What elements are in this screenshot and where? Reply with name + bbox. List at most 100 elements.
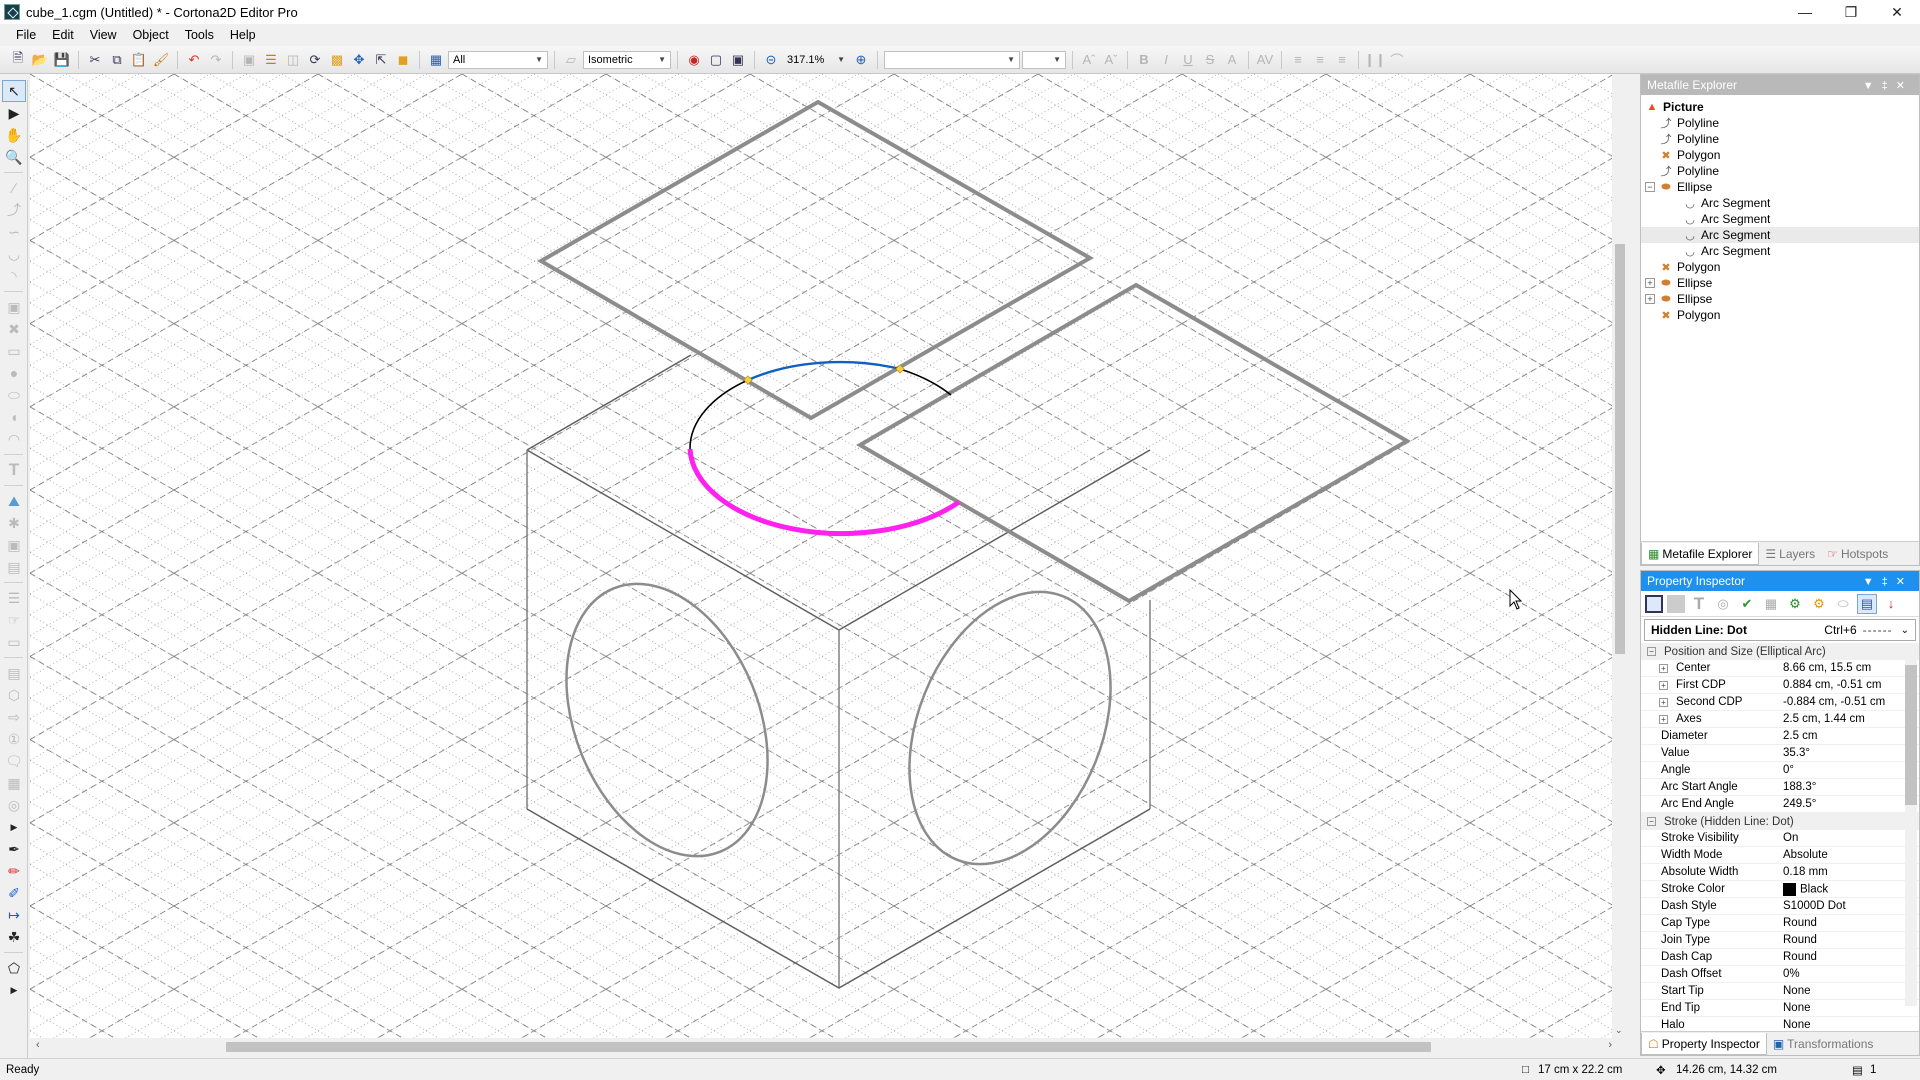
property-value[interactable]: 35.3° <box>1779 747 1919 759</box>
tree-item-polyline[interactable]: ⤴ Polyline <box>1641 131 1919 147</box>
tree-item-ellipse[interactable]: + ⬬ Ellipse <box>1641 275 1919 291</box>
copy-icon[interactable]: ⧉ <box>107 50 127 70</box>
polygon-tool-icon[interactable]: ✖ <box>2 318 26 340</box>
zoom-in-icon[interactable]: ⊕ <box>851 50 871 70</box>
property-value[interactable]: 249.5° <box>1779 798 1919 810</box>
menu-tools[interactable]: Tools <box>177 28 222 42</box>
stroke-properties-icon[interactable] <box>1645 594 1663 613</box>
tree-item-arc[interactable]: ◡ Arc Segment <box>1641 227 1919 243</box>
format-painter-icon[interactable]: 🖌 <box>151 50 171 70</box>
ellipse-tool-icon[interactable]: ⬭ <box>2 384 26 406</box>
table-tool-icon[interactable]: ▦ <box>2 772 26 794</box>
menu-view[interactable]: View <box>82 28 125 42</box>
property-value[interactable]: 2.5 cm <box>1779 730 1919 742</box>
text-properties-icon[interactable]: T <box>1689 594 1709 614</box>
paste-icon[interactable]: 📋 <box>129 50 149 70</box>
text-box-tool-icon[interactable]: ▤ <box>2 662 26 684</box>
projection-dropdown[interactable]: Isometric ▼ <box>583 50 671 69</box>
tree-item-arc[interactable]: ◡ Arc Segment <box>1641 211 1919 227</box>
line-tool-icon[interactable]: ∕ <box>2 177 26 199</box>
strikethrough-icon[interactable]: S <box>1200 50 1220 70</box>
property-scroll-thumb[interactable] <box>1905 665 1917 805</box>
drawing-canvas[interactable] <box>30 74 1625 1038</box>
move-icon[interactable]: ✥ <box>349 50 369 70</box>
bold-icon[interactable]: B <box>1134 50 1154 70</box>
property-scrollbar[interactable] <box>1905 651 1917 1006</box>
decrease-font-icon[interactable]: Aˇ <box>1101 50 1121 70</box>
ellipse-style-icon[interactable]: ⬭ <box>1833 594 1853 614</box>
layer-filter-dropdown[interactable]: All ▼ <box>448 50 548 69</box>
panel-controls[interactable]: ▼‡✕ <box>1863 79 1913 92</box>
select-tool-icon[interactable]: ↖ <box>2 80 26 102</box>
canvas-horizontal-scrollbar[interactable]: ‹ › <box>30 1038 1628 1056</box>
property-row[interactable]: Value 35.3° <box>1641 745 1919 762</box>
canvas-vertical-scrollbar[interactable]: ⌄ <box>1612 74 1628 1038</box>
split-tool-icon[interactable]: ↦ <box>2 904 26 926</box>
expand-icon[interactable]: + <box>1645 278 1655 288</box>
property-row[interactable]: Start Tip None <box>1641 983 1919 1000</box>
tab-property-inspector[interactable]: ☖ Property Inspector <box>1641 1033 1767 1055</box>
underline-icon[interactable]: U <box>1178 50 1198 70</box>
line-style-selector[interactable]: Hidden Line: Dot Ctrl+6 ------ ⌄ <box>1644 619 1916 641</box>
property-value[interactable]: -0.884 cm, -0.51 cm <box>1779 696 1919 708</box>
expand-icon[interactable]: + <box>1659 715 1668 724</box>
arrange-icon[interactable]: ▩ <box>327 50 347 70</box>
font-size-dropdown[interactable]: ▼ <box>1022 50 1066 69</box>
property-value[interactable]: None <box>1779 985 1919 997</box>
apply-style-icon[interactable]: ✔ <box>1737 594 1757 614</box>
property-value[interactable]: Round <box>1779 934 1919 946</box>
tree-item-ellipse[interactable]: − ⬬ Ellipse <box>1641 179 1919 195</box>
hexagon-tool-icon[interactable]: ⬡ <box>2 684 26 706</box>
symbol-tool-icon[interactable]: ✱ <box>2 512 26 534</box>
arrow-tool-icon[interactable]: ⇨ <box>2 706 26 728</box>
fill-properties-icon[interactable] <box>1667 594 1685 613</box>
property-row[interactable]: Angle 0° <box>1641 762 1919 779</box>
property-value[interactable]: Absolute <box>1779 849 1919 861</box>
property-value[interactable]: 8.66 cm, 15.5 cm <box>1779 662 1919 674</box>
categorized-view-icon[interactable]: ▤ <box>1857 593 1877 614</box>
fill-tool-icon[interactable]: ☘ <box>2 926 26 948</box>
zoom-level-dropdown[interactable]: 317.1% ▼ <box>783 51 849 69</box>
text-tool-icon[interactable]: T <box>2 459 26 481</box>
leader-tool-icon[interactable]: ◎ <box>2 794 26 816</box>
palette-expand-icon[interactable]: ▶ <box>2 816 26 838</box>
polyline-tool-icon[interactable]: ⤴ <box>2 199 26 221</box>
projection-icon[interactable]: ▱ <box>561 50 581 70</box>
character-spacing-icon[interactable]: AV <box>1255 50 1275 70</box>
menu-object[interactable]: Object <box>125 28 177 42</box>
distribute-icon[interactable]: ◫ <box>283 50 303 70</box>
collapse-icon[interactable]: − <box>1647 817 1656 826</box>
property-value[interactable]: None <box>1779 1019 1919 1031</box>
property-row[interactable]: + First CDP 0.884 cm, -0.51 cm <box>1641 677 1919 694</box>
text-on-path-icon[interactable]: ⌒ <box>1387 50 1407 70</box>
property-value[interactable]: 2.5 cm, 1.44 cm <box>1779 713 1919 725</box>
property-row[interactable]: Dash Cap Round <box>1641 949 1919 966</box>
hotspot-icon[interactable]: ◼ <box>393 50 413 70</box>
property-row[interactable]: Join Type Round <box>1641 932 1919 949</box>
tree-item-picture[interactable]: ▲ Picture <box>1641 99 1919 115</box>
property-value[interactable]: 188.3° <box>1779 781 1919 793</box>
edit-path-tool-icon[interactable]: ✐ <box>2 882 26 904</box>
property-row[interactable]: Arc Start Angle 188.3° <box>1641 779 1919 796</box>
pencil-tool-icon[interactable]: ✏ <box>2 860 26 882</box>
undo-icon[interactable]: ↶ <box>184 50 204 70</box>
minimize-button[interactable]: — <box>1782 0 1828 24</box>
zoom-tool-icon[interactable]: 🔍 <box>2 146 26 168</box>
style-settings-icon[interactable]: ⚙ <box>1785 594 1805 614</box>
scroll-down-icon[interactable]: ⌄ <box>1615 1025 1623 1036</box>
add-layer-tool-icon[interactable]: ☰ <box>2 587 26 609</box>
pie-tool-icon[interactable]: ◖ <box>2 406 26 428</box>
property-value[interactable]: 0.18 mm <box>1779 866 1919 878</box>
close-button[interactable]: ✕ <box>1874 0 1920 24</box>
tree-item-polygon[interactable]: ✖ Polygon <box>1641 307 1919 323</box>
elliptical-arc-tool-icon[interactable]: ◝ <box>2 265 26 287</box>
property-value[interactable]: 0.884 cm, -0.51 cm <box>1779 679 1919 691</box>
zoom-selection-icon[interactable]: ▣ <box>728 50 748 70</box>
property-row[interactable]: Cap Type Round <box>1641 915 1919 932</box>
new-file-icon[interactable]: 🗎 <box>8 50 28 70</box>
clip-tool-icon[interactable]: ▤ <box>2 556 26 578</box>
align-center-icon[interactable]: ≡ <box>1310 50 1330 70</box>
cut-icon[interactable]: ✂ <box>85 50 105 70</box>
property-row[interactable]: + Center 8.66 cm, 15.5 cm <box>1641 660 1919 677</box>
save-icon[interactable]: 💾 <box>52 50 72 70</box>
